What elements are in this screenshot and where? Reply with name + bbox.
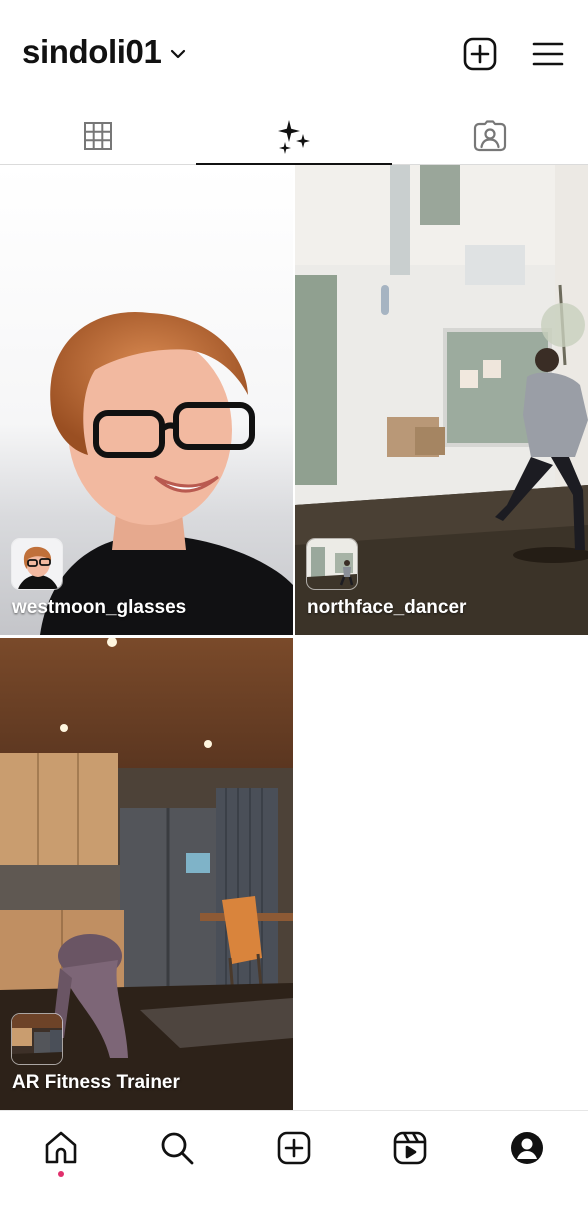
- grid-icon[interactable]: [83, 121, 113, 151]
- effects-grid: westmoon_glasses northface_dancer AR Fit…: [0, 165, 588, 1110]
- tab-effects[interactable]: [196, 108, 392, 165]
- effect-name: AR Fitness Trainer: [12, 1072, 180, 1093]
- effect-name: northface_dancer: [307, 597, 467, 618]
- home-notification-dot: [58, 1171, 64, 1177]
- nav-profile[interactable]: [508, 1129, 546, 1167]
- nav-reels[interactable]: [391, 1129, 429, 1167]
- search-icon[interactable]: [159, 1130, 195, 1166]
- effect-name: westmoon_glasses: [12, 597, 187, 618]
- hamburger-icon[interactable]: [532, 40, 564, 68]
- effect-creator-avatar: [307, 539, 357, 589]
- home-icon[interactable]: [43, 1130, 79, 1166]
- nav-create[interactable]: [275, 1129, 313, 1167]
- create-icon[interactable]: [277, 1131, 311, 1165]
- profile-header: sindoli01: [0, 0, 588, 108]
- nav-search[interactable]: [158, 1129, 196, 1167]
- profile-icon[interactable]: [510, 1131, 544, 1165]
- username[interactable]: sindoli01: [22, 33, 162, 71]
- sparkles-icon[interactable]: [276, 118, 312, 154]
- nav-home[interactable]: [42, 1129, 80, 1167]
- effect-tile-northface-dancer[interactable]: northface_dancer: [295, 165, 588, 635]
- tab-tagged[interactable]: [392, 108, 588, 164]
- tagged-person-icon[interactable]: [473, 120, 507, 152]
- profile-tabs: [0, 108, 588, 165]
- new-post-button[interactable]: [462, 36, 498, 72]
- effect-tile-ar-fitness-trainer[interactable]: AR Fitness Trainer: [0, 638, 293, 1110]
- effect-creator-avatar: [12, 539, 62, 589]
- effect-tile-westmoon-glasses[interactable]: westmoon_glasses: [0, 165, 293, 635]
- bottom-navigation: [0, 1110, 588, 1209]
- tab-posts-grid[interactable]: [0, 108, 196, 164]
- effect-creator-avatar: [12, 1014, 62, 1064]
- account-switcher[interactable]: sindoli01: [22, 33, 187, 71]
- chevron-down-icon[interactable]: [169, 45, 187, 63]
- menu-button[interactable]: [530, 36, 566, 72]
- reels-icon[interactable]: [393, 1131, 427, 1165]
- plus-square-icon[interactable]: [463, 37, 497, 71]
